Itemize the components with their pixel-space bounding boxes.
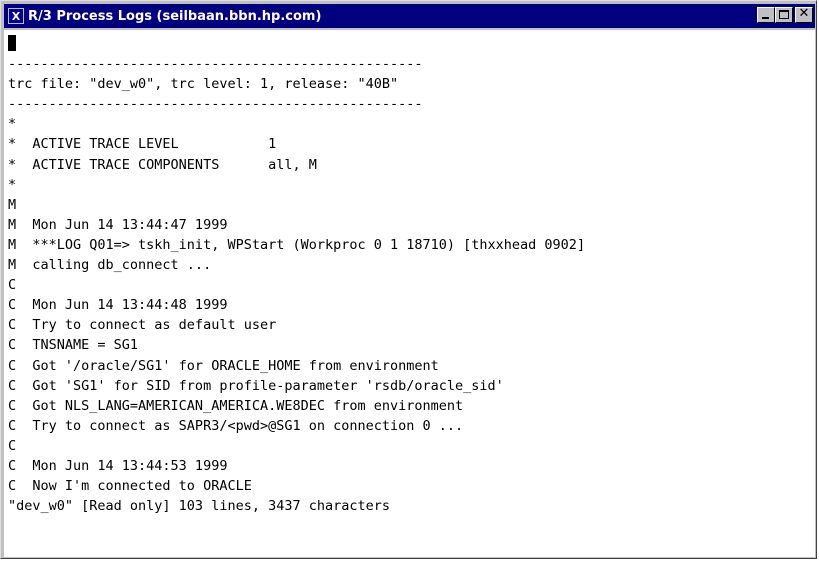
terminal-line: C Try to connect as SAPR3/<pwd>@SG1 on c… — [8, 417, 464, 434]
terminal-line — [8, 34, 815, 54]
terminal-line: C Now I'm connected to ORACLE — [8, 478, 252, 495]
terminal-line: C Got '/oracle/SG1' for ORACLE_HOME from… — [8, 357, 439, 374]
terminal-window: X R/3 Process Logs (seilbaan.bbn.hp.com)… — [0, 0, 817, 559]
minimize-button[interactable] — [757, 7, 775, 23]
terminal-line: C Try to connect as default user — [8, 317, 277, 334]
terminal-line: C — [8, 277, 17, 294]
terminal-line: M — [8, 196, 17, 213]
terminal-line: * ACTIVE TRACE COMPONENTS all, M — [8, 156, 317, 173]
terminal-line: ----------------------------------------… — [8, 96, 423, 113]
terminal-line: C Got 'SG1' for SID from profile-paramet… — [8, 377, 504, 394]
close-icon: ✕ — [798, 6, 810, 21]
window-title: R/3 Process Logs (seilbaan.bbn.hp.com) — [28, 8, 322, 24]
terminal-line: * — [8, 116, 17, 133]
terminal-line: C Mon Jun 14 13:44:48 1999 — [8, 297, 228, 314]
x-terminal-icon[interactable]: X — [8, 8, 24, 24]
terminal-line: M ***LOG Q01=> tskh_init, WPStart (Workp… — [8, 236, 586, 253]
terminal-line: * ACTIVE TRACE LEVEL 1 — [8, 136, 277, 153]
window-controls: ✕ — [757, 6, 813, 23]
terminal-line: * — [8, 176, 17, 193]
terminal-content[interactable]: ----------------------------------------… — [4, 30, 815, 557]
terminal-line: M Mon Jun 14 13:44:47 1999 — [8, 216, 228, 233]
terminal-line: C Got NLS_LANG=AMERICAN_AMERICA.WE8DEC f… — [8, 397, 464, 414]
text-cursor — [8, 35, 16, 51]
terminal-line: C — [8, 437, 17, 454]
terminal-line: C Mon Jun 14 13:44:53 1999 — [8, 457, 228, 474]
title-bar[interactable]: X R/3 Process Logs (seilbaan.bbn.hp.com)… — [4, 4, 815, 28]
terminal-line: trc file: "dev_w0", trc level: 1, releas… — [8, 76, 399, 93]
close-button[interactable]: ✕ — [795, 6, 813, 23]
status-line: "dev_w0" [Read only] 103 lines, 3437 cha… — [8, 498, 391, 515]
terminal-line: M calling db_connect ... — [8, 257, 212, 274]
maximize-icon — [779, 10, 789, 19]
minimize-icon — [762, 17, 769, 19]
maximize-button[interactable] — [775, 7, 793, 23]
terminal-line: C TNSNAME = SG1 — [8, 337, 139, 354]
terminal-line: ----------------------------------------… — [8, 56, 423, 73]
